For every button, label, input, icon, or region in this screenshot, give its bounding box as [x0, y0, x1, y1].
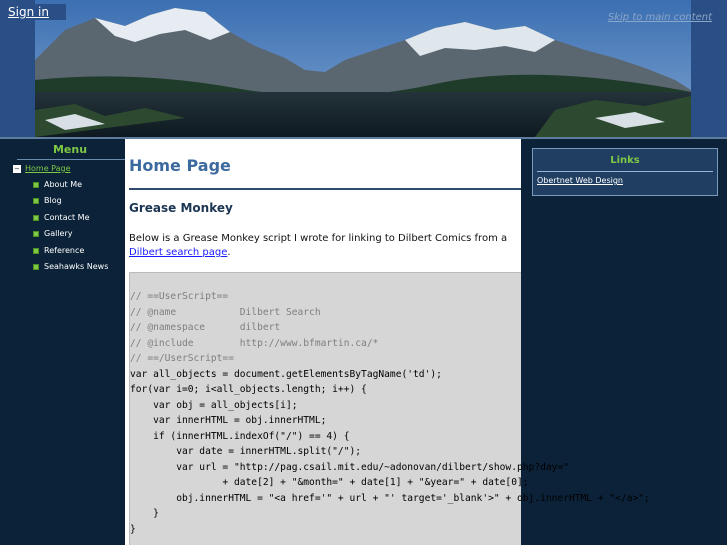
menu-bullet-icon: [33, 181, 39, 188]
menu-item-label: Home Page: [25, 164, 71, 173]
menu-item-label: Blog: [44, 196, 62, 205]
dilbert-search-page-link[interactable]: Dilbert search page: [129, 247, 227, 258]
right-sidebar: Links Obertnet Web Design: [521, 139, 727, 545]
menu-item-label: Seahawks News: [44, 262, 109, 271]
code-line: // ==UserScript==: [130, 291, 229, 302]
menu-divider: [17, 159, 125, 160]
links-box: Links Obertnet Web Design: [532, 148, 718, 196]
code-line: obj.innerHTML = "<a href='" + url + "' t…: [130, 493, 650, 504]
sign-in-link[interactable]: Sign in: [0, 4, 66, 20]
mountain-lake-banner-image: [35, 0, 691, 137]
code-line: var innerHTML = obj.innerHTML;: [130, 415, 327, 426]
code-line: }: [130, 524, 136, 535]
menu-bullet-icon: [33, 247, 39, 254]
menu-item-seahawks-news[interactable]: Seahawks News: [33, 262, 108, 271]
section-title: Grease Monkey: [129, 201, 233, 215]
intro-end: .: [227, 247, 231, 258]
code-line: var all_objects = document.getElementsBy…: [130, 369, 442, 380]
links-title: Links: [610, 155, 640, 166]
code-line: // @name Dilbert Search: [130, 307, 321, 318]
left-sidebar: Menu − Home Page About Me Blog Contact Me…: [0, 139, 125, 545]
code-line: if (innerHTML.indexOf("/") == 4) {: [130, 431, 350, 442]
menu-item-label: Contact Me: [44, 213, 90, 222]
menu-item-reference[interactable]: Reference: [33, 246, 84, 255]
menu-item-blog[interactable]: Blog: [33, 196, 62, 205]
menu-bullet-icon: [33, 230, 39, 237]
code-line: }: [130, 508, 159, 519]
code-line: // @namespace dilbert: [130, 322, 281, 333]
menu-title: Menu: [52, 143, 88, 156]
link-obertnet-web-design[interactable]: Obertnet Web Design: [537, 176, 623, 185]
intro-paragraph: Below is a Grease Monkey script I wrote …: [129, 232, 507, 260]
code-line: + date[2] + "&month=" + date[1] + "&year…: [130, 477, 529, 488]
page-title: Home Page: [129, 156, 231, 175]
skip-to-main-content-link[interactable]: Skip to main content: [608, 12, 712, 23]
menu-item-home-page[interactable]: − Home Page: [13, 164, 71, 173]
links-divider: [537, 171, 713, 172]
intro-text: Below is a Grease Monkey script I wrote …: [129, 233, 508, 244]
menu-bullet-icon: [33, 214, 39, 221]
title-divider: [129, 188, 521, 190]
code-line: var url = "http://pag.csail.mit.edu/~ado…: [130, 462, 569, 473]
code-line: var date = innerHTML.split("/");: [130, 446, 362, 457]
code-line: var obj = all_objects[i];: [130, 400, 298, 411]
menu-item-label: Reference: [44, 246, 85, 255]
code-line: for(var i=0; i<all_objects.length; i++) …: [130, 384, 367, 395]
menu-bullet-icon: [33, 197, 39, 204]
menu-item-label: Gallery: [44, 229, 73, 238]
code-line: // ==/UserScript==: [130, 353, 234, 364]
menu-item-contact-me[interactable]: Contact Me: [33, 213, 90, 222]
menu-item-about-me[interactable]: About Me: [33, 180, 82, 189]
menu-item-label: About Me: [44, 180, 83, 189]
menu-item-gallery[interactable]: Gallery: [33, 229, 73, 238]
menu-bullet-icon: [33, 263, 39, 270]
code-line: // @include http://www.bfmartin.ca/*: [130, 338, 379, 349]
collapse-icon[interactable]: −: [13, 164, 21, 173]
header-banner: Sign in Skip to main content: [0, 0, 727, 137]
